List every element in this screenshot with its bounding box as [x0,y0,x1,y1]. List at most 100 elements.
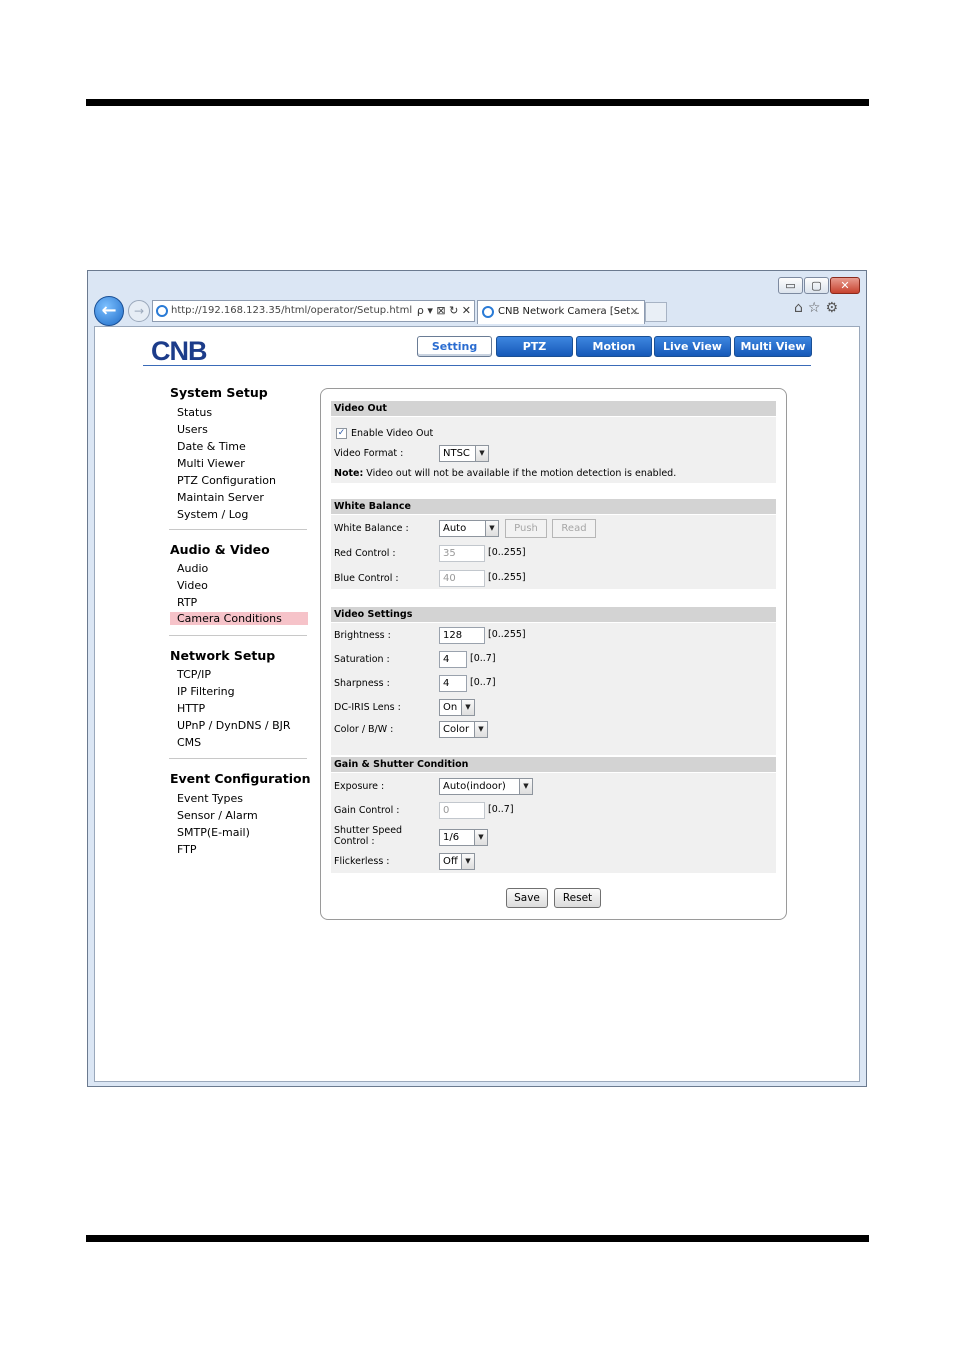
sidebar-item-rtp[interactable]: RTP [177,596,197,609]
chevron-down-icon: ▼ [461,854,474,869]
dc-iris-lens-select[interactable]: On ▼ [439,699,475,716]
sidebar-divider [169,635,307,636]
sidebar-item-tcp-ip[interactable]: TCP/IP [177,668,211,681]
enable-video-out-label: Enable Video Out [351,428,434,439]
exposure-select[interactable]: Auto(indoor) ▼ [439,778,533,795]
red-control-range: [0..255] [488,547,526,558]
tab-live-view[interactable]: Live View [654,336,731,357]
video-format-select[interactable]: NTSC ▼ [439,445,489,462]
video-format-label: Video Format : [334,448,404,459]
address-bar[interactable]: http://192.168.123.35/html/operator/Setu… [152,300,475,322]
push-button[interactable]: Push [505,519,547,538]
red-control-input[interactable]: 35 [439,545,485,562]
saturation-label: Saturation : [334,654,390,665]
svg-text:CNB: CNB [151,337,207,363]
sidebar-item-upnp-dyndns-bjr[interactable]: UPnP / DynDNS / BJR [177,719,291,732]
dc-iris-lens-value: On [443,702,458,713]
sharpness-label: Sharpness : [334,678,390,689]
saturation-input[interactable]: 4 [439,651,467,668]
sidebar-item-event-types[interactable]: Event Types [177,792,243,805]
sidebar-item-multi-viewer[interactable]: Multi Viewer [177,457,245,470]
sidebar-heading-system-setup: System Setup [170,385,268,400]
enable-video-out-checkbox[interactable]: ✓ [336,428,347,439]
sidebar-item-ip-filtering[interactable]: IP Filtering [177,685,235,698]
chevron-down-icon: ▼ [485,521,498,536]
white-balance-label: White Balance : [334,523,409,534]
address-url: http://192.168.123.35/html/operator/Setu… [171,305,413,316]
title-bar: ▭ ▢ ✕ [88,271,866,297]
sharpness-range: [0..7] [470,677,496,688]
exposure-label: Exposure : [334,781,385,792]
flickerless-select[interactable]: Off ▼ [439,853,475,870]
browser-nav-bar: ← → http://192.168.123.35/html/operator/… [88,295,866,326]
note-label: Note: [334,468,364,479]
color-bw-select[interactable]: Color ▼ [439,721,488,738]
sharpness-input[interactable]: 4 [439,675,467,692]
page-viewport: CNB Setting PTZ Motion Live View Multi V… [94,326,860,1082]
white-balance-select[interactable]: Auto ▼ [439,520,499,537]
section-video-settings: Brightness : 128 [0..255] Saturation : 4… [331,623,776,755]
page-top-rule [86,99,869,106]
shutter-speed-value: 1/6 [443,832,460,843]
sidebar-item-video[interactable]: Video [177,579,208,592]
chevron-down-icon: ▼ [519,779,532,794]
sidebar-item-date-time[interactable]: Date & Time [177,440,246,453]
sidebar-divider [169,529,307,530]
reset-button[interactable]: Reset [554,888,601,908]
browser-window: ▭ ▢ ✕ ← → http://192.168.123.35/html/ope… [87,270,867,1087]
red-control-label: Red Control : [334,548,396,559]
sidebar-item-ftp[interactable]: FTP [177,843,197,856]
sidebar-item-maintain-server[interactable]: Maintain Server [177,491,264,504]
tab-title: CNB Network Camera [Set... [498,306,640,317]
shutter-speed-select[interactable]: 1/6 ▼ [439,829,488,846]
forward-arrow-icon[interactable]: → [128,300,150,322]
gain-control-input[interactable]: 0 [439,802,485,819]
flickerless-label: Flickerless : [334,856,390,867]
shutter-speed-label-2: Control : [334,836,375,847]
ie-page-icon [156,305,168,317]
section-video-out: ✓ Enable Video Out Video Format : NTSC ▼… [331,417,776,483]
sidebar-item-sensor-alarm[interactable]: Sensor / Alarm [177,809,258,822]
read-button[interactable]: Read [552,519,596,538]
new-tab-button[interactable] [645,302,667,322]
sidebar-item-camera-conditions[interactable]: Camera Conditions [170,612,308,625]
section-white-balance: White Balance : Auto ▼ Push Read Red Con… [331,515,776,589]
tab-setting[interactable]: Setting [417,336,492,357]
maximize-button[interactable]: ▢ [804,277,829,294]
video-out-note: Note: Video out will not be available if… [334,468,676,479]
sidebar-item-users[interactable]: Users [177,423,208,436]
blue-control-label: Blue Control : [334,573,399,584]
video-format-value: NTSC [443,448,470,459]
cnb-logo: CNB [151,337,208,363]
sidebar-item-ptz-configuration[interactable]: PTZ Configuration [177,474,276,487]
sidebar-item-cms[interactable]: CMS [177,736,201,749]
gain-control-label: Gain Control : [334,805,400,816]
browser-tab[interactable]: CNB Network Camera [Set... ✕ [477,300,645,324]
minimize-button[interactable]: ▭ [778,277,803,294]
tab-ptz[interactable]: PTZ [496,336,573,357]
chevron-down-icon: ▼ [474,830,487,845]
color-bw-label: Color / B/W : [334,724,394,735]
sidebar-item-http[interactable]: HTTP [177,702,205,715]
section-header-gain-shutter: Gain & Shutter Condition [331,757,776,772]
sidebar-item-system-log[interactable]: System / Log [177,508,248,521]
tab-multi-view[interactable]: Multi View [734,336,812,357]
sidebar-item-audio[interactable]: Audio [177,562,208,575]
close-window-button[interactable]: ✕ [830,277,860,294]
save-button[interactable]: Save [506,888,548,908]
saturation-range: [0..7] [470,653,496,664]
tab-motion[interactable]: Motion [576,336,652,357]
section-header-video-settings: Video Settings [331,607,776,622]
tab-close-icon[interactable]: ✕ [630,301,639,323]
blue-control-input[interactable]: 40 [439,570,485,587]
chevron-down-icon: ▼ [461,700,474,715]
back-arrow-icon[interactable]: ← [94,296,124,326]
brightness-input[interactable]: 128 [439,627,485,644]
home-favorites-tools-icons[interactable]: ⌂☆⚙ [794,300,843,316]
sidebar-item-smtp-email[interactable]: SMTP(E-mail) [177,826,250,839]
address-tools-icons[interactable]: ρ ▾ ⊠ ↻ ✕ [417,301,471,321]
chevron-down-icon: ▼ [474,722,487,737]
camera-conditions-panel: Video Out ✓ Enable Video Out Video Forma… [320,388,787,920]
flickerless-value: Off [443,856,458,867]
sidebar-item-status[interactable]: Status [177,406,212,419]
